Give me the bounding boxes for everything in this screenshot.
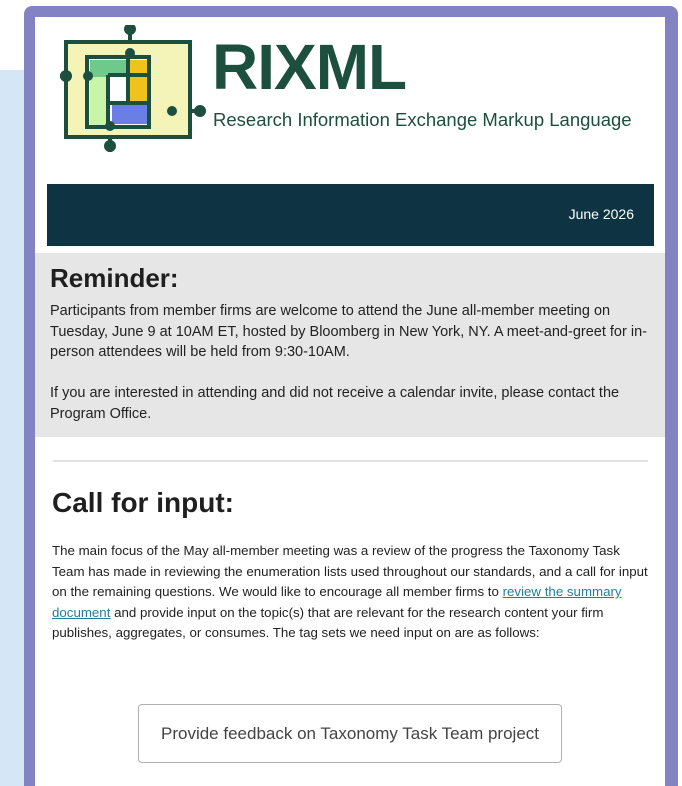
brand-wordmark: RIXML xyxy=(212,31,407,103)
newsletter-card: RIXML Research Information Exchange Mark… xyxy=(35,17,665,786)
reminder-section: Reminder: Participants from member firms… xyxy=(35,253,665,437)
date-banner: June 2026 xyxy=(47,184,654,246)
issue-date: June 2026 xyxy=(568,206,634,222)
reminder-title: Reminder: xyxy=(50,263,179,293)
brand-tagline: Research Information Exchange Markup Lan… xyxy=(213,109,632,130)
call-for-input-title: Call for input: xyxy=(52,487,234,518)
call-text-after-link: and provide input on the topic(s) that a… xyxy=(52,604,604,641)
reminder-paragraph-meeting: Participants from member firms are welco… xyxy=(50,303,647,360)
section-divider xyxy=(53,460,648,462)
provide-feedback-button[interactable]: Provide feedback on Taxonomy Task Team p… xyxy=(138,704,562,763)
call-for-input-paragraph: The main focus of the May all-member mee… xyxy=(52,541,650,644)
header-logo: RIXML Research Information Exchange Mark… xyxy=(60,25,660,153)
reminder-paragraph-contact: If you are interested in attending and d… xyxy=(50,385,620,422)
rixml-grid-logo-icon xyxy=(60,25,206,152)
